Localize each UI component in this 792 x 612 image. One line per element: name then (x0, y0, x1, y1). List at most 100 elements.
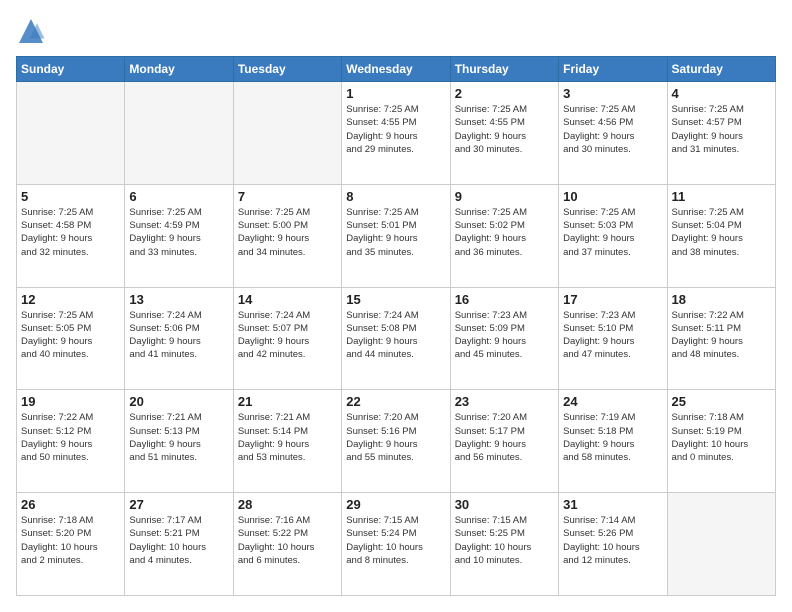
day-header-saturday: Saturday (667, 57, 775, 82)
calendar-cell: 23Sunrise: 7:20 AM Sunset: 5:17 PM Dayli… (450, 390, 558, 493)
day-number: 12 (21, 292, 120, 307)
calendar-cell: 31 Sunrise: 7:14 AM Sunset: 5:26 PM Dayli… (559, 493, 667, 596)
day-header-sunday: Sunday (17, 57, 125, 82)
day-number: 6 (129, 189, 228, 204)
day-number: 18 (672, 292, 771, 307)
calendar-cell: 14 Sunrise: 7:24 AM Sunset: 5:07 PM Dayli… (233, 287, 341, 390)
cell-details: Sunrise: 7:25 AM Sunset: 5:03 PM Dayligh… (563, 206, 662, 259)
day-number: 11 (672, 189, 771, 204)
calendar-cell (125, 82, 233, 185)
day-number: 7 (238, 189, 337, 204)
cell-details: Sunrise: 7:18 AM Sunset: 5:20 PM Dayligh… (21, 514, 120, 567)
day-number: 9 (455, 189, 554, 204)
cell-details: Sunrise: 7:25 AM Sunset: 4:55 PM Dayligh… (346, 103, 445, 156)
calendar-cell: 29 Sunrise: 7:15 AM Sunset: 5:24 PM Dayli… (342, 493, 450, 596)
day-number: 19 (21, 394, 120, 409)
cell-details: Sunrise: 7:21 AM Sunset: 5:14 PM Dayligh… (238, 411, 337, 464)
calendar-cell (667, 493, 775, 596)
calendar-cell: 1 Sunrise: 7:25 AM Sunset: 4:55 PM Daylig… (342, 82, 450, 185)
calendar-cell: 7 Sunrise: 7:25 AM Sunset: 5:00 PM Daylig… (233, 184, 341, 287)
calendar-cell: 10Sunrise: 7:25 AM Sunset: 5:03 PM Dayli… (559, 184, 667, 287)
calendar-cell: 26 Sunrise: 7:18 AM Sunset: 5:20 PM Dayli… (17, 493, 125, 596)
day-number: 27 (129, 497, 228, 512)
cell-details: Sunrise: 7:14 AM Sunset: 5:26 PM Dayligh… (563, 514, 662, 567)
day-number: 31 (563, 497, 662, 512)
calendar-cell: 6 Sunrise: 7:25 AM Sunset: 4:59 PM Daylig… (125, 184, 233, 287)
week-row-5: 26 Sunrise: 7:18 AM Sunset: 5:20 PM Dayli… (17, 493, 776, 596)
day-header-monday: Monday (125, 57, 233, 82)
cell-details: Sunrise: 7:23 AM Sunset: 5:09 PM Dayligh… (455, 309, 554, 362)
day-number: 15 (346, 292, 445, 307)
cell-details: Sunrise: 7:25 AM Sunset: 5:05 PM Dayligh… (21, 309, 120, 362)
week-row-1: 1 Sunrise: 7:25 AM Sunset: 4:55 PM Daylig… (17, 82, 776, 185)
cell-details: Sunrise: 7:16 AM Sunset: 5:22 PM Dayligh… (238, 514, 337, 567)
day-number: 23 (455, 394, 554, 409)
cell-details: Sunrise: 7:15 AM Sunset: 5:25 PM Dayligh… (455, 514, 554, 567)
week-row-3: 12 Sunrise: 7:25 AM Sunset: 5:05 PM Dayli… (17, 287, 776, 390)
day-number: 14 (238, 292, 337, 307)
day-header-friday: Friday (559, 57, 667, 82)
week-row-4: 19Sunrise: 7:22 AM Sunset: 5:12 PM Dayli… (17, 390, 776, 493)
calendar-cell (17, 82, 125, 185)
cell-details: Sunrise: 7:21 AM Sunset: 5:13 PM Dayligh… (129, 411, 228, 464)
cell-details: Sunrise: 7:25 AM Sunset: 5:00 PM Dayligh… (238, 206, 337, 259)
day-number: 28 (238, 497, 337, 512)
calendar-cell: 27 Sunrise: 7:17 AM Sunset: 5:21 PM Dayli… (125, 493, 233, 596)
cell-details: Sunrise: 7:20 AM Sunset: 5:16 PM Dayligh… (346, 411, 445, 464)
day-header-wednesday: Wednesday (342, 57, 450, 82)
calendar-table: SundayMondayTuesdayWednesdayThursdayFrid… (16, 56, 776, 596)
cell-details: Sunrise: 7:17 AM Sunset: 5:21 PM Dayligh… (129, 514, 228, 567)
day-number: 21 (238, 394, 337, 409)
cell-details: Sunrise: 7:24 AM Sunset: 5:08 PM Dayligh… (346, 309, 445, 362)
calendar-cell: 3Sunrise: 7:25 AM Sunset: 4:56 PM Daylig… (559, 82, 667, 185)
calendar-cell: 13Sunrise: 7:24 AM Sunset: 5:06 PM Dayli… (125, 287, 233, 390)
day-number: 5 (21, 189, 120, 204)
calendar-cell: 15 Sunrise: 7:24 AM Sunset: 5:08 PM Dayli… (342, 287, 450, 390)
day-number: 17 (563, 292, 662, 307)
calendar-cell: 18 Sunrise: 7:22 AM Sunset: 5:11 PM Dayli… (667, 287, 775, 390)
calendar-cell: 2Sunrise: 7:25 AM Sunset: 4:55 PM Daylig… (450, 82, 558, 185)
calendar-cell: 25 Sunrise: 7:18 AM Sunset: 5:19 PM Dayli… (667, 390, 775, 493)
cell-details: Sunrise: 7:25 AM Sunset: 4:59 PM Dayligh… (129, 206, 228, 259)
calendar-cell: 9Sunrise: 7:25 AM Sunset: 5:02 PM Daylig… (450, 184, 558, 287)
calendar-cell: 5 Sunrise: 7:25 AM Sunset: 4:58 PM Daylig… (17, 184, 125, 287)
cell-details: Sunrise: 7:15 AM Sunset: 5:24 PM Dayligh… (346, 514, 445, 567)
calendar-cell: 17 Sunrise: 7:23 AM Sunset: 5:10 PM Dayli… (559, 287, 667, 390)
day-number: 26 (21, 497, 120, 512)
calendar-cell: 12 Sunrise: 7:25 AM Sunset: 5:05 PM Dayli… (17, 287, 125, 390)
calendar-cell: 8Sunrise: 7:25 AM Sunset: 5:01 PM Daylig… (342, 184, 450, 287)
logo (16, 16, 50, 46)
day-header-thursday: Thursday (450, 57, 558, 82)
calendar-cell: 20 Sunrise: 7:21 AM Sunset: 5:13 PM Dayli… (125, 390, 233, 493)
day-number: 1 (346, 86, 445, 101)
page: SundayMondayTuesdayWednesdayThursdayFrid… (0, 0, 792, 612)
cell-details: Sunrise: 7:23 AM Sunset: 5:10 PM Dayligh… (563, 309, 662, 362)
day-number: 29 (346, 497, 445, 512)
calendar-cell: 11 Sunrise: 7:25 AM Sunset: 5:04 PM Dayli… (667, 184, 775, 287)
cell-details: Sunrise: 7:18 AM Sunset: 5:19 PM Dayligh… (672, 411, 771, 464)
day-number: 16 (455, 292, 554, 307)
day-number: 3 (563, 86, 662, 101)
calendar-cell: 21 Sunrise: 7:21 AM Sunset: 5:14 PM Dayli… (233, 390, 341, 493)
cell-details: Sunrise: 7:24 AM Sunset: 5:07 PM Dayligh… (238, 309, 337, 362)
cell-details: Sunrise: 7:24 AM Sunset: 5:06 PM Dayligh… (129, 309, 228, 362)
cell-details: Sunrise: 7:25 AM Sunset: 5:04 PM Dayligh… (672, 206, 771, 259)
day-number: 25 (672, 394, 771, 409)
calendar-cell: 19Sunrise: 7:22 AM Sunset: 5:12 PM Dayli… (17, 390, 125, 493)
calendar-cell: 4 Sunrise: 7:25 AM Sunset: 4:57 PM Daylig… (667, 82, 775, 185)
calendar-cell (233, 82, 341, 185)
cell-details: Sunrise: 7:22 AM Sunset: 5:11 PM Dayligh… (672, 309, 771, 362)
day-header-tuesday: Tuesday (233, 57, 341, 82)
day-number: 20 (129, 394, 228, 409)
day-number: 4 (672, 86, 771, 101)
day-number: 24 (563, 394, 662, 409)
header (16, 16, 776, 46)
cell-details: Sunrise: 7:25 AM Sunset: 4:58 PM Dayligh… (21, 206, 120, 259)
calendar-cell: 22Sunrise: 7:20 AM Sunset: 5:16 PM Dayli… (342, 390, 450, 493)
day-number: 2 (455, 86, 554, 101)
cell-details: Sunrise: 7:19 AM Sunset: 5:18 PM Dayligh… (563, 411, 662, 464)
logo-icon (16, 16, 46, 46)
calendar-header-row: SundayMondayTuesdayWednesdayThursdayFrid… (17, 57, 776, 82)
calendar-cell: 28 Sunrise: 7:16 AM Sunset: 5:22 PM Dayli… (233, 493, 341, 596)
cell-details: Sunrise: 7:25 AM Sunset: 4:57 PM Dayligh… (672, 103, 771, 156)
